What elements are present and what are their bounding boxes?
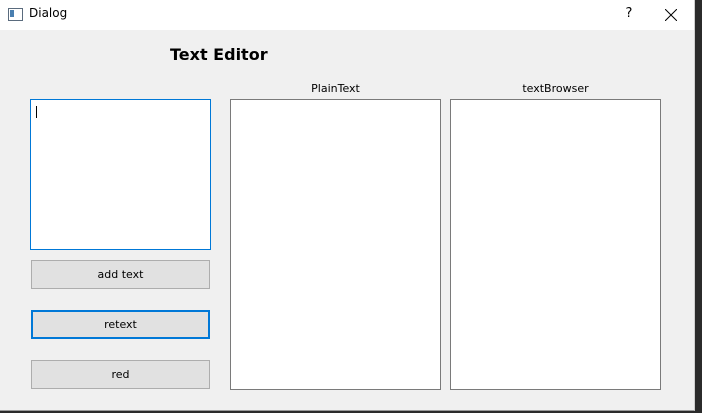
text-caret — [36, 106, 37, 118]
help-button[interactable]: ? — [612, 0, 646, 30]
text-browser[interactable] — [450, 99, 661, 390]
close-button[interactable] — [648, 0, 694, 30]
text-browser-label: textBrowser — [522, 82, 589, 95]
window-icon — [8, 8, 23, 21]
window-title: Dialog — [29, 6, 68, 20]
red-button[interactable]: red — [31, 360, 210, 389]
help-icon: ? — [625, 6, 633, 21]
page-title: Text Editor — [170, 45, 268, 64]
title-bar: Dialog ? — [0, 0, 694, 30]
dialog-window: Dialog ? Text Editor PlainText textBrows… — [0, 0, 695, 411]
retext-button[interactable]: retext — [31, 310, 210, 339]
plain-text-label: PlainText — [311, 82, 360, 95]
text-edit-input[interactable] — [30, 99, 211, 250]
close-icon — [665, 9, 677, 21]
add-text-button[interactable]: add text — [31, 260, 210, 289]
plain-text-edit[interactable] — [230, 99, 441, 390]
